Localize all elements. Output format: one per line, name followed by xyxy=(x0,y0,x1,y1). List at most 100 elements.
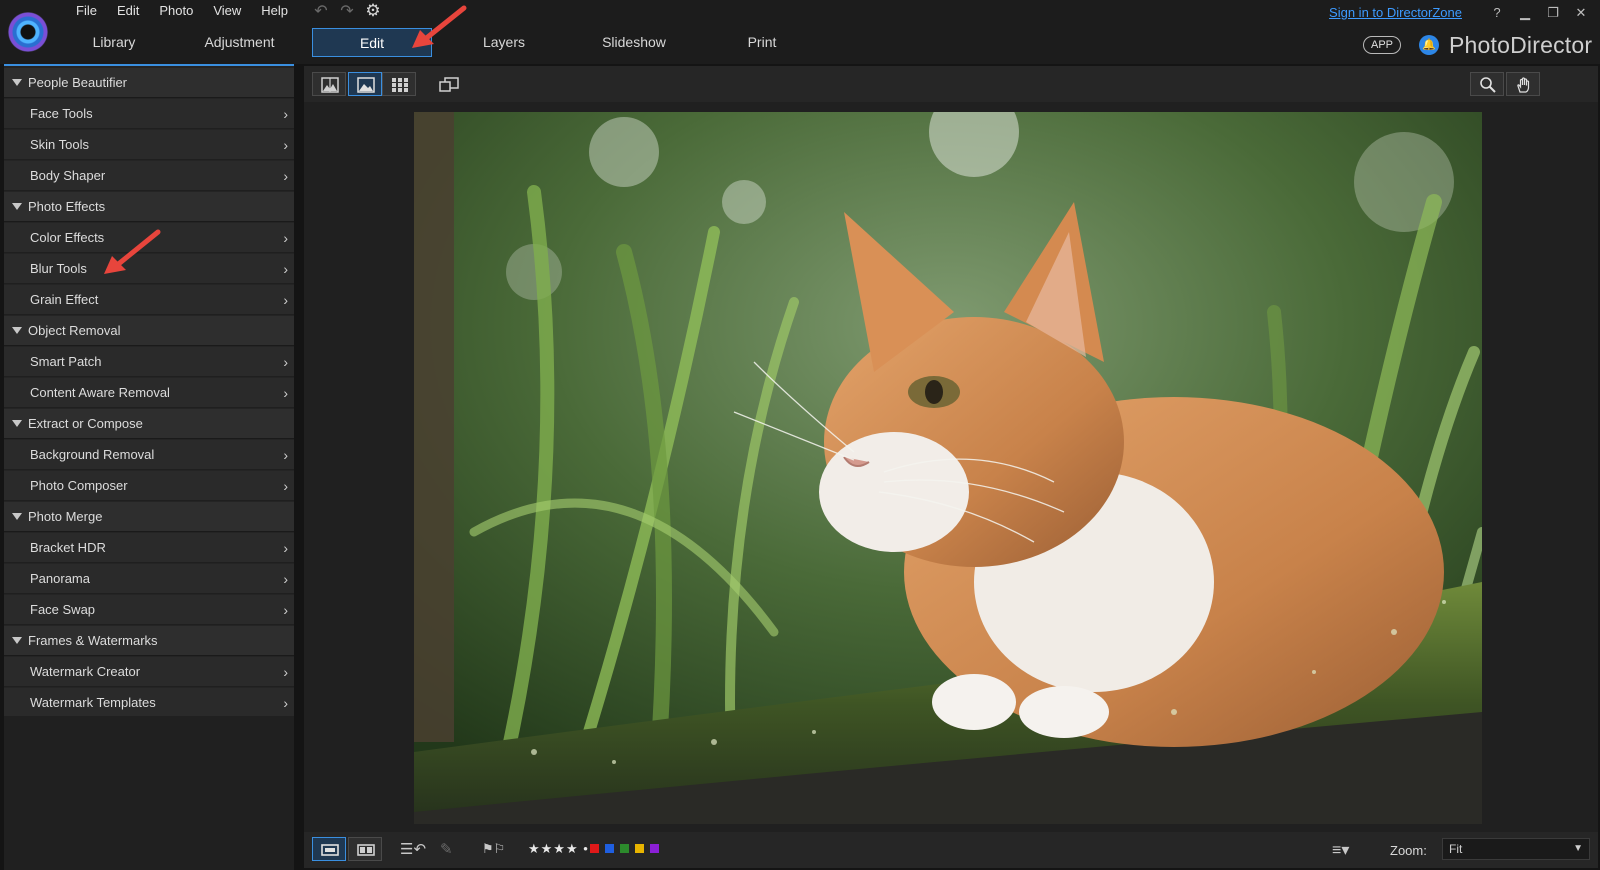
photo-canvas[interactable] xyxy=(304,102,1598,832)
menu-edit[interactable]: Edit xyxy=(107,0,149,22)
tool-body-shaper[interactable]: Body Shaper › xyxy=(4,161,294,191)
sign-in-link[interactable]: Sign in to DirectorZone xyxy=(1329,5,1462,20)
hand-icon xyxy=(1517,77,1530,93)
tool-face-swap[interactable]: Face Swap › xyxy=(4,595,294,625)
section-people-beautifier[interactable]: People Beautifier xyxy=(4,68,294,98)
second-display-button[interactable] xyxy=(430,72,464,96)
section-frames-watermarks[interactable]: Frames & Watermarks xyxy=(4,626,294,656)
grid-view-button[interactable] xyxy=(382,72,416,96)
app-badge[interactable]: APP xyxy=(1363,36,1402,54)
title-bar: File Edit Photo View Help ↶ ↷ ⚙ Library … xyxy=(0,0,1600,64)
tool-skin-tools[interactable]: Skin Tools › xyxy=(4,130,294,160)
collapse-triangle-icon xyxy=(12,637,22,644)
single-photo-mode-button[interactable] xyxy=(312,837,346,861)
zoom-value: Fit xyxy=(1449,842,1463,856)
help-button[interactable]: ? xyxy=(1486,2,1508,24)
compare-view-button[interactable] xyxy=(312,72,346,96)
chevron-right-icon: › xyxy=(283,137,288,153)
collapse-triangle-icon xyxy=(12,420,22,427)
tab-adjustment[interactable]: Adjustment xyxy=(182,28,297,57)
menu-help[interactable]: Help xyxy=(251,0,298,22)
single-frame-icon xyxy=(321,844,339,856)
menu-view[interactable]: View xyxy=(203,0,251,22)
redo-icon[interactable]: ↷ xyxy=(338,1,356,21)
section-photo-merge[interactable]: Photo Merge xyxy=(4,502,294,532)
section-object-removal[interactable]: Object Removal xyxy=(4,316,294,346)
chevron-right-icon: › xyxy=(283,602,288,618)
chevron-right-icon: › xyxy=(283,106,288,122)
collapse-triangle-icon xyxy=(12,327,22,334)
chevron-right-icon: › xyxy=(283,230,288,246)
tool-label: Face Tools xyxy=(30,106,93,121)
restore-icon[interactable]: ❐ xyxy=(1542,2,1564,24)
single-view-button[interactable] xyxy=(348,72,382,96)
tool-panorama[interactable]: Panorama › xyxy=(4,564,294,594)
tool-label: Grain Effect xyxy=(30,292,99,307)
tool-photo-composer[interactable]: Photo Composer › xyxy=(4,471,294,501)
rating-stars: ★★★★ xyxy=(528,841,579,856)
section-photo-effects[interactable]: Photo Effects xyxy=(4,192,294,222)
before-after-mode-button[interactable] xyxy=(348,837,382,861)
minimize-icon[interactable]: ▁ xyxy=(1514,2,1536,24)
brand-name: PhotoDirector xyxy=(1449,32,1593,58)
color-label-red[interactable] xyxy=(590,844,599,853)
zoom-label: Zoom: xyxy=(1390,843,1427,858)
collapse-triangle-icon xyxy=(12,513,22,520)
tool-label: Watermark Creator xyxy=(30,664,141,679)
section-title: Photo Merge xyxy=(28,509,103,524)
tool-face-tools[interactable]: Face Tools › xyxy=(4,99,294,129)
tab-slideshow[interactable]: Slideshow xyxy=(574,28,694,57)
tool-color-effects[interactable]: Color Effects › xyxy=(4,223,294,253)
history-list-icon[interactable]: ☰↶ xyxy=(400,840,426,858)
tool-label: Skin Tools xyxy=(30,137,90,152)
tool-background-removal[interactable]: Background Removal › xyxy=(4,440,294,470)
split-frame-icon xyxy=(357,844,375,856)
chevron-right-icon: › xyxy=(283,354,288,370)
tool-watermark-templates[interactable]: Watermark Templates › xyxy=(4,688,294,718)
chevron-right-icon: › xyxy=(283,292,288,308)
menu-photo[interactable]: Photo xyxy=(149,0,203,22)
pan-tool-button[interactable] xyxy=(1506,72,1540,96)
tool-grain-effect[interactable]: Grain Effect › xyxy=(4,285,294,315)
tool-smart-patch[interactable]: Smart Patch › xyxy=(4,347,294,377)
tool-label: Face Swap xyxy=(30,602,96,617)
single-view-icon xyxy=(357,77,375,93)
section-extract-or-compose[interactable]: Extract or Compose xyxy=(4,409,294,439)
tool-bracket-hdr[interactable]: Bracket HDR › xyxy=(4,533,294,563)
erase-edit-icon[interactable]: ✎ xyxy=(440,840,453,858)
chevron-right-icon: › xyxy=(283,447,288,463)
star-rating[interactable]: ★★★★ • xyxy=(528,841,589,857)
tab-print[interactable]: Print xyxy=(702,28,822,57)
color-label-blue[interactable] xyxy=(605,844,614,853)
tool-label: Photo Composer xyxy=(30,478,128,493)
tool-label: Content Aware Removal xyxy=(30,385,170,400)
tool-watermark-creator[interactable]: Watermark Creator › xyxy=(4,657,294,687)
compare-view-icon xyxy=(321,77,339,93)
color-label-purple[interactable] xyxy=(650,844,659,853)
settings-gear-icon[interactable]: ⚙ xyxy=(364,1,382,21)
color-label-green[interactable] xyxy=(620,844,629,853)
notification-bell-icon[interactable]: 🔔 xyxy=(1419,35,1439,55)
tool-blur-tools[interactable]: Blur Tools › xyxy=(4,254,294,284)
sort-options-icon[interactable]: ≡▾ xyxy=(1332,840,1349,860)
tool-label: Color Effects xyxy=(30,230,105,245)
tool-content-aware-removal[interactable]: Content Aware Removal › xyxy=(4,378,294,408)
tool-label: Blur Tools xyxy=(30,261,87,276)
zoom-dropdown[interactable]: Fit ▼ xyxy=(1442,838,1590,860)
section-title: Photo Effects xyxy=(28,199,106,214)
tab-layers[interactable]: Layers xyxy=(444,28,564,57)
color-label-yellow[interactable] xyxy=(635,844,644,853)
undo-icon[interactable]: ↶ xyxy=(312,1,330,21)
close-icon[interactable]: ✕ xyxy=(1570,2,1592,24)
flag-icon[interactable]: ⚑⚐ xyxy=(482,841,505,857)
photo-preview[interactable] xyxy=(414,112,1482,824)
zoom-tool-button[interactable] xyxy=(1470,72,1504,96)
panel-empty-area xyxy=(4,716,294,870)
section-title: Object Removal xyxy=(28,323,121,338)
menu-file[interactable]: File xyxy=(66,0,107,22)
tab-library[interactable]: Library xyxy=(58,28,170,57)
dual-monitor-icon xyxy=(439,77,459,92)
view-toolbar xyxy=(304,66,1598,102)
tab-edit[interactable]: Edit xyxy=(312,28,432,57)
section-title: People Beautifier xyxy=(28,75,128,90)
